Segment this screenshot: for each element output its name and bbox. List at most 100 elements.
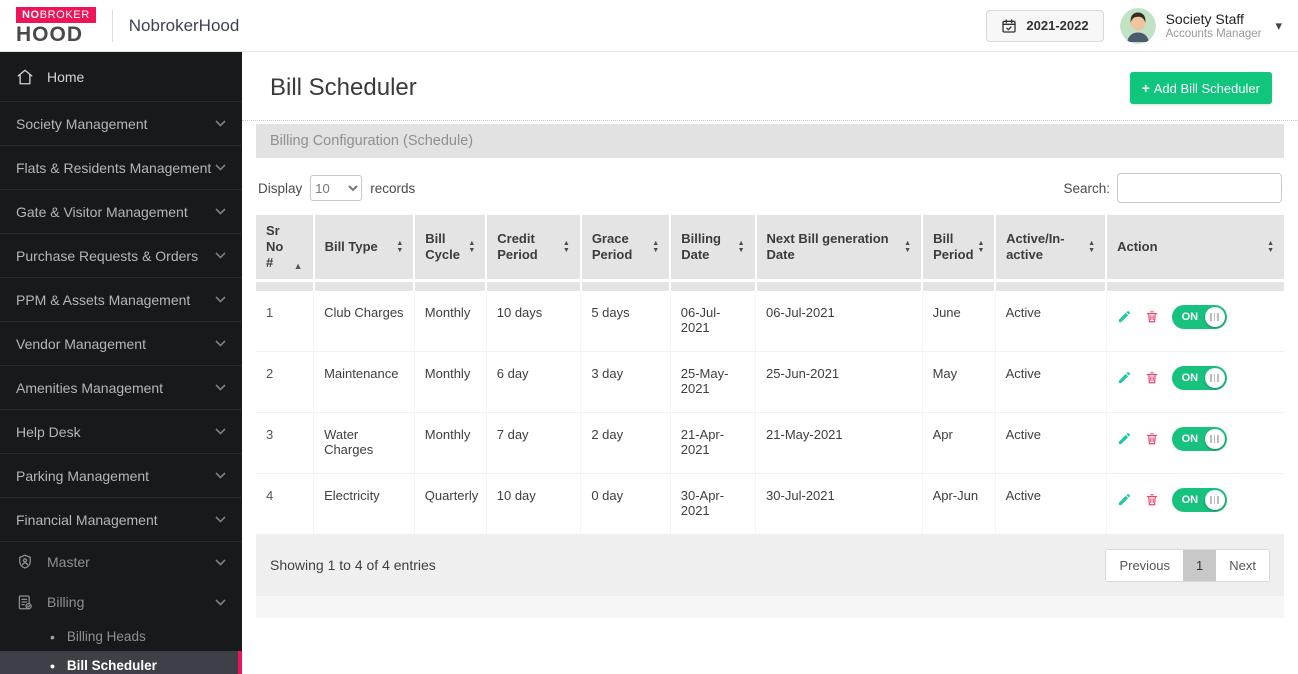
search-control: Search: xyxy=(1063,173,1282,203)
column-header-grace-period[interactable]: Grace Period ▲ ▼ xyxy=(579,215,671,281)
sidebar-item-label: Home xyxy=(47,68,85,85)
chevron-down-icon xyxy=(215,296,226,303)
active-toggle[interactable]: ON xyxy=(1171,304,1227,329)
edit-icon[interactable] xyxy=(1117,370,1132,385)
table-row: 3 Water Charges Monthly 7 day 2 day 21-A… xyxy=(256,412,1284,474)
active-toggle[interactable]: ON xyxy=(1171,487,1227,512)
column-header-bill-type[interactable]: Bill Type ▲ ▼ xyxy=(312,215,415,281)
column-header-next-bill-generation-date[interactable]: Next Bill generation Date ▲ ▼ xyxy=(754,215,923,281)
sidebar-item-flats-residents-management[interactable]: Flats & Residents Management xyxy=(0,146,242,190)
bill-scheduler-table: Sr No # ▲ Bill Type ▲ ▼ Bill Cycle ▲ ▼ Credit… xyxy=(256,215,1284,535)
cell-credit-period: 6 day xyxy=(485,351,581,413)
home-icon xyxy=(16,68,34,86)
cell-bill-cycle: Monthly xyxy=(413,351,487,413)
calendar-icon xyxy=(1001,18,1017,34)
sidebar-item-bill-scheduler[interactable]: • Bill Scheduler xyxy=(0,651,242,674)
sort-icon: ▲ ▼ xyxy=(652,240,660,254)
sort-icon: ▲ ▼ xyxy=(977,240,985,254)
sidebar-item-financial-management[interactable]: Financial Management xyxy=(0,498,242,542)
avatar xyxy=(1119,7,1156,44)
sidebar-item-gate-visitor-management[interactable]: Gate & Visitor Management xyxy=(0,190,242,234)
year-selector-button[interactable]: 2021-2022 xyxy=(986,9,1104,42)
table-row: 1 Club Charges Monthly 10 days 5 days 06… xyxy=(256,290,1284,352)
column-header-bill-cycle[interactable]: Bill Cycle ▲ ▼ xyxy=(413,215,487,281)
sidebar-item-amenities-management[interactable]: Amenities Management xyxy=(0,366,242,410)
cell-billing-date: 21-Apr-2021 xyxy=(669,412,756,474)
chevron-down-icon xyxy=(215,164,226,171)
cell-status: Active xyxy=(994,290,1107,352)
brand-logo[interactable]: NOBROKER HOOD xyxy=(16,6,96,45)
sidebar-item-billing-heads[interactable]: • Billing Heads xyxy=(0,622,242,651)
user-role: Accounts Manager xyxy=(1165,28,1262,40)
cell-grace-period: 0 day xyxy=(580,473,671,535)
chevron-down-icon xyxy=(215,252,226,259)
pagination-page-1-button[interactable]: 1 xyxy=(1183,549,1217,581)
column-header-action[interactable]: Action ▲ ▼ xyxy=(1105,215,1284,281)
chevron-down-icon xyxy=(215,472,226,479)
entries-summary: Showing 1 to 4 of 4 entries xyxy=(270,557,436,573)
toggle-knob xyxy=(1204,428,1225,449)
column-header-credit-period[interactable]: Credit Period ▲ ▼ xyxy=(485,215,581,281)
delete-icon[interactable] xyxy=(1145,370,1159,385)
add-bill-scheduler-button[interactable]: + Add Bill Scheduler xyxy=(1129,72,1272,104)
pagination-previous-button[interactable]: Previous xyxy=(1106,549,1184,581)
cell-status: Active xyxy=(994,351,1107,413)
column-header-sr-no[interactable]: Sr No # ▲ xyxy=(256,215,314,281)
sidebar-item-home[interactable]: Home xyxy=(0,52,242,102)
sort-icon: ▲ ▼ xyxy=(396,240,404,254)
cell-next-bill-date: 25-Jun-2021 xyxy=(755,351,923,413)
user-menu[interactable]: Society Staff Accounts Manager ▾ xyxy=(1119,7,1282,44)
table-row: 2 Maintenance Monthly 6 day 3 day 25-May… xyxy=(256,351,1284,413)
cell-grace-period: 3 day xyxy=(580,351,671,413)
sidebar-item-society-management[interactable]: Society Management xyxy=(0,102,242,146)
sidebar-item-help-desk[interactable]: Help Desk xyxy=(0,410,242,454)
active-toggle[interactable]: ON xyxy=(1171,426,1227,451)
delete-icon[interactable] xyxy=(1145,492,1159,507)
section-header: Billing Configuration (Schedule) xyxy=(256,124,1284,158)
edit-icon[interactable] xyxy=(1117,309,1132,324)
edit-icon[interactable] xyxy=(1117,492,1132,507)
page-size-select[interactable]: 10 xyxy=(310,175,363,201)
plus-icon: + xyxy=(1141,80,1150,96)
sidebar-item-vendor-management[interactable]: Vendor Management xyxy=(0,322,242,366)
toggle-knob xyxy=(1204,489,1225,510)
sidebar-item-purchase-requests-orders[interactable]: Purchase Requests & Orders xyxy=(0,234,242,278)
delete-icon[interactable] xyxy=(1145,431,1159,446)
sidebar-item-label: Master xyxy=(47,554,90,570)
sidebar-item-master[interactable]: Master xyxy=(0,542,242,582)
toggle-label: ON xyxy=(1181,432,1199,445)
cell-sr-no: 4 xyxy=(256,473,314,535)
cell-credit-period: 10 days xyxy=(485,290,581,352)
column-header-bill-period[interactable]: Bill Period ▲ ▼ xyxy=(921,215,996,281)
sidebar-item-parking-management[interactable]: Parking Management xyxy=(0,454,242,498)
sidebar-item-label: Parking Management xyxy=(16,467,150,484)
toggle-label: ON xyxy=(1181,493,1199,506)
active-toggle[interactable]: ON xyxy=(1171,365,1227,390)
sidebar-item-ppm-assets-management[interactable]: PPM & Assets Management xyxy=(0,278,242,322)
cell-next-bill-date: 30-Jul-2021 xyxy=(755,473,923,535)
bullet-icon: • xyxy=(50,628,55,645)
cell-bill-period: Apr-Jun xyxy=(921,473,996,535)
divider xyxy=(111,9,113,42)
cell-bill-cycle: Monthly xyxy=(413,290,487,352)
sidebar-item-billing[interactable]: Billing xyxy=(0,582,242,622)
sidebar-item-label: Help Desk xyxy=(16,423,81,440)
user-name: Society Staff xyxy=(1165,11,1244,27)
toggle-label: ON xyxy=(1181,310,1199,323)
search-input[interactable] xyxy=(1117,173,1282,203)
edit-icon[interactable] xyxy=(1117,431,1132,446)
chevron-down-icon xyxy=(215,340,226,347)
cell-sr-no: 3 xyxy=(256,412,314,474)
sort-icon: ▲ ▼ xyxy=(1267,240,1274,254)
delete-icon[interactable] xyxy=(1145,309,1159,324)
chevron-down-icon xyxy=(215,384,226,391)
billing-clipboard-icon xyxy=(16,593,34,611)
sidebar-item-label: Billing xyxy=(47,594,85,610)
display-label: Display xyxy=(258,180,303,196)
cell-bill-period: May xyxy=(921,351,996,413)
cell-bill-period: Apr xyxy=(921,412,996,474)
column-header-active-inactive[interactable]: Active/In-active ▲ ▼ xyxy=(994,215,1107,281)
column-header-billing-date[interactable]: Billing Date ▲ ▼ xyxy=(669,215,756,281)
cell-bill-type: Electricity xyxy=(313,473,415,535)
pagination-next-button[interactable]: Next xyxy=(1216,549,1269,581)
